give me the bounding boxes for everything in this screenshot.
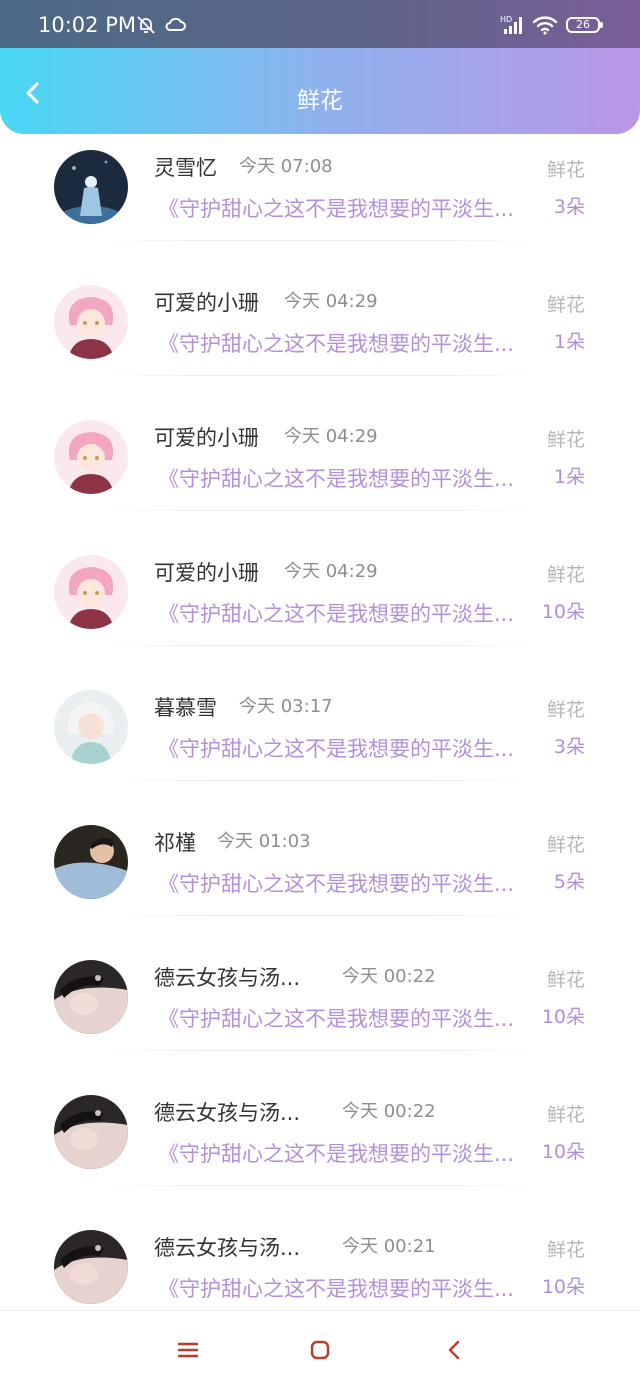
item-time: 今天 00:22 — [342, 966, 436, 987]
item-time: 今天 00:22 — [342, 1101, 436, 1122]
book-title-link[interactable]: 《守护甜心之这不是我想要的平淡生... — [158, 1003, 514, 1033]
list-item[interactable]: 德云女孩与汤... 今天 00:22 《守护甜心之这不是我想要的平淡生... 鲜… — [0, 1080, 640, 1214]
book-title-link[interactable]: 《守护甜心之这不是我想要的平淡生... — [158, 733, 514, 763]
cloud-icon — [164, 15, 186, 37]
gift-count: 3朵 — [553, 736, 585, 758]
gift-count: 1朵 — [553, 331, 585, 353]
avatar[interactable] — [54, 690, 128, 764]
book-title-link[interactable]: 《守护甜心之这不是我想要的平淡生... — [158, 328, 514, 358]
item-time: 今天 03:17 — [239, 696, 333, 717]
book-title-link[interactable]: 《守护甜心之这不是我想要的平淡生... — [158, 868, 514, 898]
book-title-link[interactable]: 《守护甜心之这不是我想要的平淡生... — [158, 463, 514, 493]
user-name: 德云女孩与汤... — [154, 966, 301, 990]
gift-type: 鲜花 — [546, 159, 585, 181]
gift-type: 鲜花 — [546, 699, 585, 721]
status-bar: 10:02 PM HD 26 — [0, 0, 640, 48]
back-icon[interactable] — [442, 1337, 468, 1363]
battery-icon: 26 — [566, 17, 603, 33]
gift-type: 鲜花 — [546, 429, 585, 451]
book-title-link[interactable]: 《守护甜心之这不是我想要的平淡生... — [158, 1138, 514, 1168]
item-time: 今天 01:03 — [217, 831, 311, 852]
item-time: 今天 04:29 — [284, 291, 378, 312]
book-title-link[interactable]: 《守护甜心之这不是我想要的平淡生... — [158, 1273, 514, 1303]
gift-count: 10朵 — [541, 601, 585, 623]
avatar[interactable] — [54, 960, 128, 1034]
list-item[interactable]: 可爱的小珊 今天 04:29 《守护甜心之这不是我想要的平淡生... 鲜花 10… — [0, 540, 640, 674]
item-time: 今天 04:29 — [284, 561, 378, 582]
list-item[interactable]: 德云女孩与汤... 今天 00:22 《守护甜心之这不是我想要的平淡生... 鲜… — [0, 945, 640, 1079]
page-title: 鲜花 — [297, 88, 343, 114]
user-name: 德云女孩与汤... — [154, 1236, 301, 1260]
avatar[interactable] — [54, 825, 128, 899]
gift-type: 鲜花 — [546, 1239, 585, 1261]
divider — [100, 375, 540, 376]
gift-type: 鲜花 — [546, 834, 585, 856]
list-item[interactable]: 祁槿 今天 01:03 《守护甜心之这不是我想要的平淡生... 鲜花 5朵 — [0, 810, 640, 944]
divider — [100, 510, 540, 511]
nav-header: 鲜花 — [0, 48, 640, 134]
hd-signal-icon: HD — [500, 14, 526, 40]
gift-type: 鲜花 — [546, 564, 585, 586]
divider — [100, 1185, 540, 1186]
list-item[interactable]: 可爱的小珊 今天 04:29 《守护甜心之这不是我想要的平淡生... 鲜花 1朵 — [0, 270, 640, 404]
user-name: 祁槿 — [154, 831, 196, 855]
user-name: 可爱的小珊 — [154, 291, 259, 315]
gift-type: 鲜花 — [546, 1104, 585, 1126]
book-title-link[interactable]: 《守护甜心之这不是我想要的平淡生... — [158, 598, 514, 628]
status-time: 10:02 PM — [38, 13, 136, 37]
menu-icon[interactable] — [175, 1337, 201, 1363]
user-name: 暮慕雪 — [154, 696, 217, 720]
item-time: 今天 00:21 — [342, 1236, 436, 1257]
list-item[interactable]: 灵雪忆 今天 07:08 《守护甜心之这不是我想要的平淡生... 鲜花 3朵 — [0, 135, 640, 269]
gift-count: 3朵 — [553, 196, 585, 218]
divider — [100, 780, 540, 781]
list-item[interactable]: 可爱的小珊 今天 04:29 《守护甜心之这不是我想要的平淡生... 鲜花 1朵 — [0, 405, 640, 539]
item-time: 今天 07:08 — [239, 156, 333, 177]
user-name: 德云女孩与汤... — [154, 1101, 301, 1125]
gift-type: 鲜花 — [546, 294, 585, 316]
wifi-icon — [532, 14, 558, 40]
bell-muted-icon — [136, 15, 156, 39]
avatar[interactable] — [54, 1095, 128, 1169]
list-item[interactable]: 暮慕雪 今天 03:17 《守护甜心之这不是我想要的平淡生... 鲜花 3朵 — [0, 675, 640, 809]
svg-text:HD: HD — [500, 15, 512, 24]
gift-type: 鲜花 — [546, 969, 585, 991]
avatar[interactable] — [54, 285, 128, 359]
avatar[interactable] — [54, 1230, 128, 1304]
book-title-link[interactable]: 《守护甜心之这不是我想要的平淡生... — [158, 193, 514, 223]
gift-count: 10朵 — [541, 1006, 585, 1028]
item-time: 今天 04:29 — [284, 426, 378, 447]
divider — [100, 240, 540, 241]
divider — [100, 915, 540, 916]
gift-count: 10朵 — [541, 1141, 585, 1163]
user-name: 可爱的小珊 — [154, 561, 259, 585]
divider — [100, 645, 540, 646]
user-name: 灵雪忆 — [154, 156, 217, 180]
gift-count: 10朵 — [541, 1276, 585, 1298]
user-name: 可爱的小珊 — [154, 426, 259, 450]
avatar[interactable] — [54, 150, 128, 224]
gift-count: 5朵 — [553, 871, 585, 893]
system-nav-bar — [0, 1310, 640, 1388]
avatar[interactable] — [54, 555, 128, 629]
home-icon[interactable] — [307, 1337, 333, 1363]
avatar[interactable] — [54, 420, 128, 494]
divider — [100, 1050, 540, 1051]
gift-count: 1朵 — [553, 466, 585, 488]
